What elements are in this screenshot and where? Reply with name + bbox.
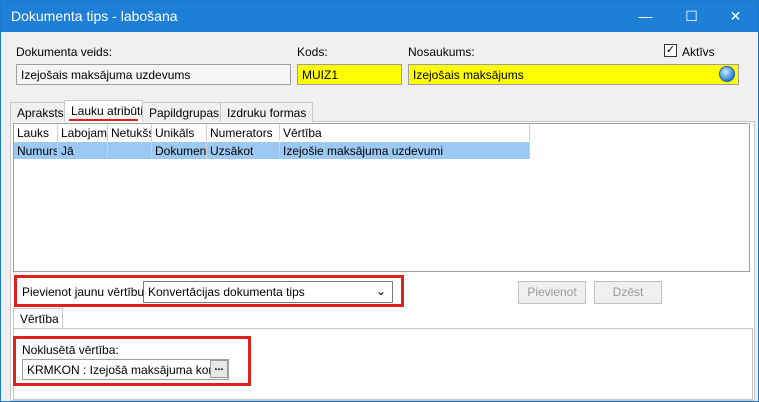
name-field[interactable]: Izejošais maksājums	[408, 64, 739, 85]
doc-type-field[interactable]: Izejošais maksājuma uzdevums	[16, 64, 291, 85]
column-header[interactable]: Lauks	[14, 124, 58, 141]
chevron-down-icon: ⌄	[375, 284, 386, 298]
name-label: Nosaukums:	[408, 45, 475, 59]
default-value-label: Noklusētā vērtība:	[22, 343, 119, 357]
window-title: Dokumenta tips - labošana	[11, 8, 178, 24]
delete-button[interactable]: Dzēst	[594, 281, 662, 304]
tab-vertiba[interactable]: Vērtība	[13, 308, 63, 329]
add-button[interactable]: Pievienot	[518, 281, 586, 304]
table-cell	[108, 142, 152, 159]
code-label: Kods:	[297, 45, 328, 59]
column-header[interactable]: Labojams	[58, 124, 108, 141]
active-label: Aktīvs	[682, 45, 715, 59]
table-row[interactable]: Numurs Jā Dokument Uzsākot Izejošie maks…	[14, 142, 530, 159]
column-header[interactable]: Netukšs	[108, 124, 152, 141]
default-value-field[interactable]: KRMKON : Izejošā maksājuma konvert	[22, 359, 229, 380]
code-field[interactable]: MUIZ1	[297, 64, 402, 85]
browse-button[interactable]: ...	[210, 360, 228, 378]
tab-papildgrupas[interactable]: Papildgrupas	[142, 102, 221, 122]
add-value-select[interactable]: Konvertācijas dokumenta tips ⌄	[143, 281, 393, 303]
tab-apraksts[interactable]: Apraksts	[10, 102, 65, 122]
title-bar: Dokumenta tips - labošana — ☐ ✕	[1, 1, 758, 32]
globe-icon[interactable]	[719, 66, 735, 82]
column-header[interactable]: Numerators	[207, 124, 280, 141]
tab-izdruku-formas[interactable]: Izdruku formas	[220, 102, 313, 122]
add-value-label: Pievienot jaunu vērtību:	[22, 285, 148, 299]
dialog-window: Dokumenta tips - labošana — ☐ ✕ Dokument…	[0, 0, 759, 402]
close-button[interactable]: ✕	[713, 1, 758, 32]
doc-type-label: Dokumenta veids:	[16, 45, 113, 59]
add-value-selected: Konvertācijas dokumenta tips	[148, 285, 305, 299]
attributes-grid[interactable]: Lauks Labojams Netukšs Unikāls Numerator…	[13, 123, 750, 272]
maximize-button[interactable]: ☐	[669, 1, 714, 32]
column-header[interactable]: Vērtība	[280, 124, 530, 141]
table-cell: Izejošie maksājuma uzdevumi	[280, 142, 530, 159]
grid-header: Lauks Labojams Netukšs Unikāls Numerator…	[14, 124, 530, 141]
table-cell: Numurs	[14, 142, 58, 159]
minimize-button[interactable]: —	[623, 1, 668, 32]
column-header[interactable]: Unikāls	[152, 124, 207, 141]
tab-lauku-atributi[interactable]: Lauku atribūti	[64, 100, 143, 122]
table-cell: Uzsākot	[207, 142, 280, 159]
table-cell: Dokument	[152, 142, 207, 159]
table-cell: Jā	[58, 142, 108, 159]
active-checkbox[interactable]: ✓	[664, 44, 677, 57]
